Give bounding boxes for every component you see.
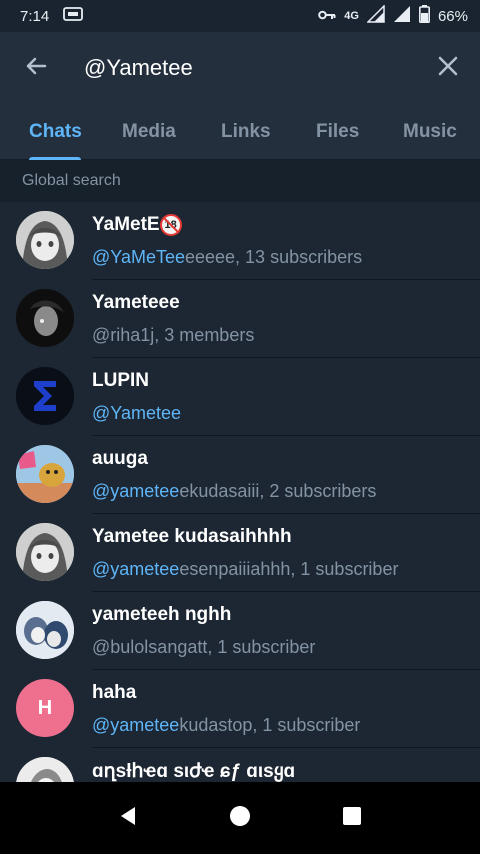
avatar [16, 367, 74, 425]
chat-subtitle: @YaMeTeeeeeee, 13 subscribers [92, 247, 363, 267]
list-item[interactable]: LUPIN @Yametee [0, 358, 480, 436]
avatar-letter: H [37, 696, 53, 719]
screen-cast-icon [63, 7, 84, 25]
tab-links[interactable]: Links [221, 104, 271, 160]
search-input[interactable] [72, 44, 416, 92]
status-bar: 7:14 4G 66% [0, 0, 480, 32]
chat-subtitle: @yameteeesenpaiiiahhh, 1 subscriber [92, 559, 399, 579]
search-tabs: Chats Media Links Files Music [0, 104, 480, 161]
list-item[interactable]: H haha @yameteekudastop, 1 subscriber [0, 670, 480, 748]
chat-name: Yametee kudasaihhhh [92, 526, 292, 547]
nav-home-button[interactable] [216, 794, 264, 842]
status-time: 7:14 [20, 7, 50, 25]
global-search-header: Global search [0, 160, 480, 202]
tab-media[interactable]: Media [122, 104, 176, 160]
chat-subtitle: @bulolsangatt, 1 subscriber [92, 637, 316, 657]
avatar [16, 523, 74, 581]
triangle-back-icon [117, 805, 139, 832]
close-icon [437, 55, 459, 82]
signal-icon [366, 4, 385, 27]
clear-search-button[interactable] [416, 32, 480, 104]
chat-name: ɑղѕƚհҽɑ ѕιժҽ ɕƒ ɑιѕყɑ [92, 761, 296, 782]
chat-name: YaMetE 18 [92, 214, 182, 236]
square-recents-icon [341, 805, 363, 832]
battery-icon [418, 5, 430, 27]
back-button[interactable] [0, 32, 72, 104]
chat-subtitle: @Yametee [92, 403, 181, 423]
tab-chats[interactable]: Chats [29, 104, 82, 160]
tab-files[interactable]: Files [316, 104, 359, 160]
list-item[interactable]: auuga @yameteeekudasaiii, 2 subscribers [0, 436, 480, 514]
chat-subtitle: @yameteeekudasaiii, 2 subscribers [92, 481, 377, 501]
circle-home-icon [228, 804, 252, 833]
chat-name: haha [92, 682, 137, 703]
list-item[interactable]: yameteeh nghh @bulolsangatt, 1 subscribe… [0, 592, 480, 670]
avatar: H [16, 679, 74, 737]
avatar [16, 445, 74, 503]
chat-subtitle: @yameteekudastop, 1 subscriber [92, 715, 361, 735]
list-item[interactable]: YaMetE 18 @YaMeTeeeeeee, 13 subscribers [0, 202, 480, 280]
tab-music[interactable]: Music [403, 104, 457, 160]
no-under-18-icon: 18 [159, 214, 182, 236]
search-header [0, 32, 480, 104]
nav-recents-button[interactable] [328, 794, 376, 842]
network-type-label: 4G [344, 10, 359, 22]
arrow-left-icon [24, 54, 48, 83]
system-nav-bar [0, 782, 480, 854]
nav-back-button[interactable] [104, 794, 152, 842]
chat-name: Yameteee [92, 292, 180, 313]
avatar [16, 211, 74, 269]
chat-name: LUPIN [92, 370, 149, 391]
chat-name: auuga [92, 448, 148, 469]
avatar [16, 289, 74, 347]
avatar [16, 601, 74, 659]
vpn-key-icon [318, 8, 336, 25]
list-item[interactable]: Yametee kudasaihhhh @yameteeesenpaiiiahh… [0, 514, 480, 592]
signal-icon-2 [393, 5, 411, 27]
list-item[interactable]: Yameteee @riha1j, 3 members [0, 280, 480, 358]
search-results-list: YaMetE 18 @YaMeTeeeeeee, 13 subscribers Y… [0, 202, 480, 826]
battery-percent: 66% [437, 7, 468, 25]
chat-name: yameteeh nghh [92, 604, 232, 625]
chat-subtitle: @riha1j, 3 members [92, 325, 255, 345]
